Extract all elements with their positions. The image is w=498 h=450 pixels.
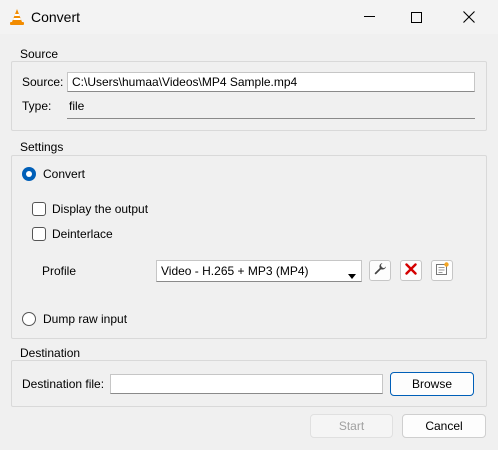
type-value: file [69,99,85,113]
title-bar: Convert [0,0,498,34]
edit-profile-button[interactable] [369,260,391,281]
new-profile-button[interactable] [431,260,453,281]
chevron-down-icon [348,268,356,282]
close-icon [463,11,475,23]
delete-profile-button[interactable] [400,260,422,281]
source-path-field[interactable]: C:\Users\humaa\Videos\MP4 Sample.mp4 [67,72,475,92]
cancel-button[interactable]: Cancel [402,414,486,438]
convert-radio[interactable] [22,167,36,181]
start-button[interactable]: Start [310,414,393,438]
type-value-underline [67,118,475,119]
profile-select-value: Video - H.265 + MP3 (MP4) [161,264,309,278]
profile-select[interactable]: Video - H.265 + MP3 (MP4) [156,260,362,282]
display-output-checkbox[interactable] [32,202,46,216]
profile-label: Profile [42,264,77,278]
settings-group-title: Settings [20,140,64,154]
display-output-label[interactable]: Display the output [52,202,148,216]
close-window-button[interactable] [446,0,492,34]
source-label: Source: [22,75,64,89]
minimize-button[interactable] [346,0,392,34]
red-x-icon [405,263,417,278]
convert-radio-label[interactable]: Convert [43,167,85,181]
browse-button[interactable]: Browse [390,372,474,396]
destination-group-title: Destination [20,346,81,360]
destination-file-field[interactable] [110,374,383,394]
dump-raw-input-label[interactable]: Dump raw input [43,312,127,326]
source-group-title: Source [20,47,59,61]
new-profile-icon [435,262,449,279]
maximize-button[interactable] [393,0,439,34]
window-title: Convert [31,9,81,25]
type-label: Type: [22,99,52,113]
maximize-icon [410,11,422,23]
deinterlace-label[interactable]: Deinterlace [52,227,113,241]
wrench-icon [373,262,387,279]
vlc-cone-icon [8,8,26,26]
deinterlace-checkbox[interactable] [32,227,46,241]
destination-file-label: Destination file: [22,377,105,391]
minimize-icon [363,16,375,18]
dump-raw-input-radio[interactable] [22,312,36,326]
